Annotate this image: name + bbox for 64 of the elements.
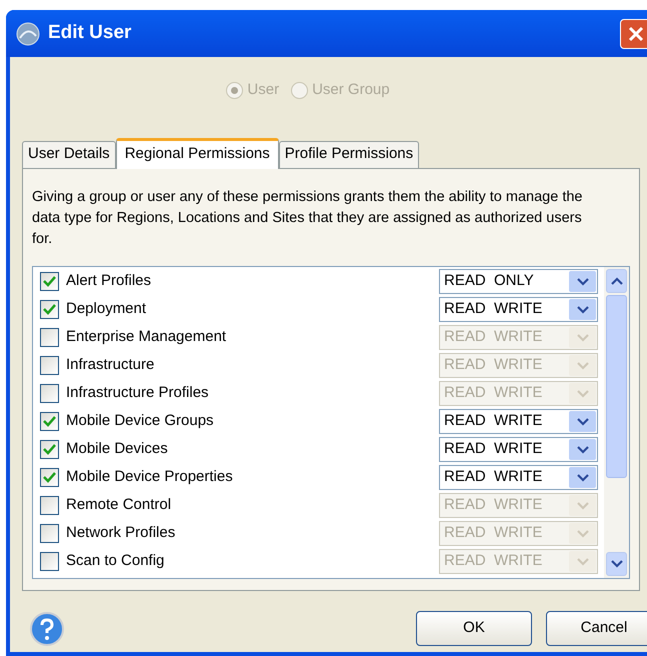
access-dropdown[interactable]: READ WRITE <box>439 465 598 490</box>
checkbox[interactable] <box>40 496 59 515</box>
chevron-down-icon <box>576 446 588 454</box>
chevron-down-icon <box>576 278 588 286</box>
window-title: Edit User <box>48 21 132 46</box>
checkbox[interactable] <box>40 412 59 431</box>
checkbox[interactable] <box>40 524 59 543</box>
access-dropdown[interactable]: READ WRITE <box>439 409 598 434</box>
dialog-button[interactable]: OK <box>416 611 532 646</box>
app-icon <box>16 22 40 46</box>
dropdown-value: READ WRITE <box>444 523 544 544</box>
chevron-down-icon <box>576 306 588 314</box>
permission-label: Infrastructure Profiles <box>66 383 209 404</box>
description-text: Giving a group or user any of these permissions grants them the ability to manage the data type for Regions, Locations and Sites that they are assigned as authorized users for. <box>32 188 584 248</box>
chevron-down-icon <box>576 474 588 482</box>
dropdown-value: READ WRITE <box>444 439 544 460</box>
permission-label: Alert Profiles <box>66 271 152 292</box>
chevron-down-icon <box>610 560 622 568</box>
dialog-button[interactable]: Cancel <box>546 611 647 646</box>
checkbox[interactable] <box>40 384 59 403</box>
permission-label: Network Profiles <box>66 523 176 544</box>
permission-label: Infrastructure <box>66 355 154 376</box>
tab[interactable]: User Details <box>22 140 116 168</box>
close-button[interactable] <box>620 18 647 48</box>
chevron-down-icon <box>576 530 588 538</box>
chevron-down-icon <box>576 558 588 566</box>
tab[interactable]: Regional Permissions <box>116 138 279 168</box>
permission-label: Scan to Config <box>66 551 164 572</box>
chevron-down-icon <box>576 334 588 342</box>
dropdown-value: READ WRITE <box>444 355 544 376</box>
chevron-up-icon <box>610 276 622 284</box>
dropdown-value: READ WRITE <box>444 299 544 320</box>
checkbox[interactable] <box>40 356 59 375</box>
access-dropdown[interactable]: READ ONLY <box>439 269 598 294</box>
chevron-down-icon <box>576 362 588 370</box>
checkbox[interactable] <box>40 328 59 347</box>
checkbox[interactable] <box>40 440 59 459</box>
close-icon <box>628 26 644 42</box>
permission-label: Mobile Device Properties <box>66 467 233 488</box>
chevron-down-icon <box>576 502 588 510</box>
tab[interactable]: Profile Permissions <box>278 140 420 168</box>
scrollbar-thumb[interactable] <box>606 294 627 478</box>
dropdown-value: READ WRITE <box>444 495 544 516</box>
access-dropdown[interactable]: READ WRITE <box>439 297 598 322</box>
permission-label: Enterprise Management <box>66 327 226 348</box>
permission-label: Mobile Devices <box>66 439 168 460</box>
checkbox[interactable] <box>40 552 59 571</box>
permission-label: Mobile Device Groups <box>66 411 214 432</box>
scrollbar[interactable] <box>604 266 629 578</box>
chevron-down-icon <box>576 390 588 398</box>
dropdown-value: READ WRITE <box>444 411 544 432</box>
access-dropdown[interactable]: READ WRITE <box>439 437 598 462</box>
dropdown-value: READ ONLY <box>444 271 535 292</box>
dropdown-value: READ WRITE <box>444 467 544 488</box>
checkbox[interactable] <box>40 300 59 319</box>
help-icon[interactable] <box>29 610 65 646</box>
dropdown-value: READ WRITE <box>444 551 544 572</box>
chevron-down-icon <box>576 418 588 426</box>
dropdown-value: READ WRITE <box>444 327 544 348</box>
permission-label: Remote Control <box>66 495 172 516</box>
dropdown-value: READ WRITE <box>444 383 544 404</box>
checkbox[interactable] <box>40 468 59 487</box>
checkbox[interactable] <box>40 272 59 291</box>
permission-label: Deployment <box>66 299 146 320</box>
